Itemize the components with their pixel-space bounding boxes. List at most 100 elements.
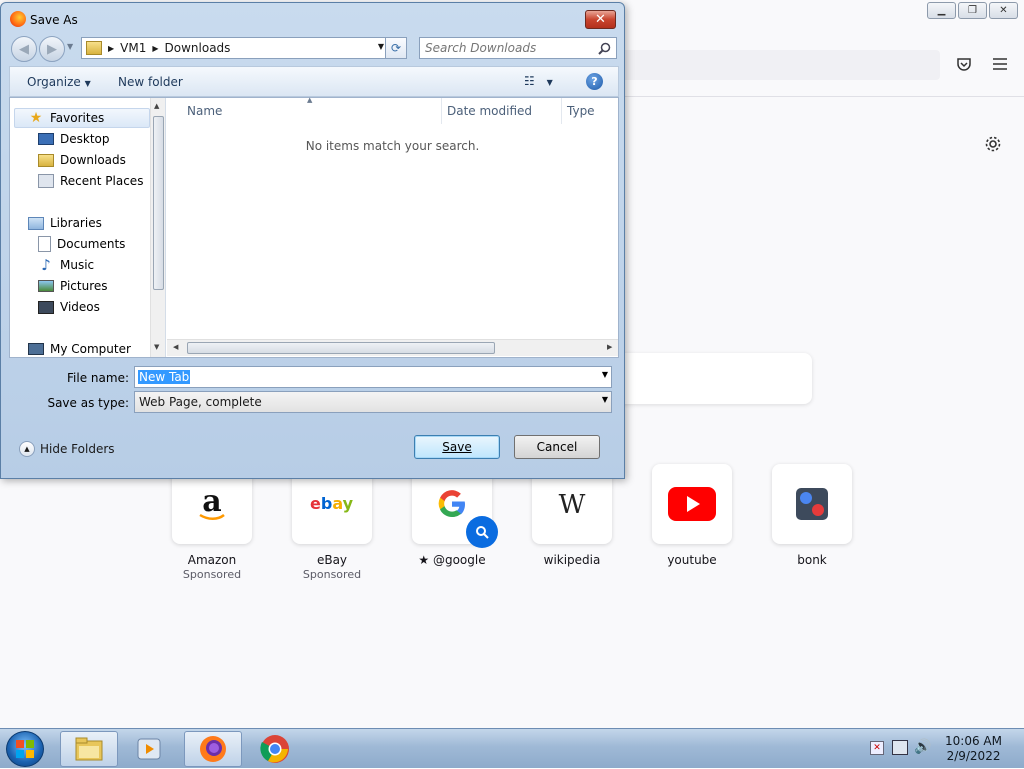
chrome-icon: [260, 735, 289, 763]
taskbar-chrome[interactable]: [246, 731, 304, 767]
pocket-icon[interactable]: [954, 54, 974, 74]
save-as-type-value: Web Page, complete: [139, 395, 262, 409]
organize-menu[interactable]: Organize ▼: [27, 75, 91, 89]
nav-item-label: My Computer: [50, 342, 131, 356]
chevron-down-icon[interactable]: ▼: [602, 370, 608, 379]
tile-title: Amazon: [187, 553, 237, 567]
chevron-down-icon: ▼: [84, 79, 91, 88]
recent-places-icon: [38, 174, 54, 188]
file-name-value[interactable]: New Tab: [138, 370, 191, 384]
taskbar-explorer[interactable]: [60, 731, 118, 767]
videos-icon: [38, 300, 54, 314]
recent-locations-chevron-icon[interactable]: ▼: [67, 42, 73, 51]
close-window-button[interactable]: ✕: [989, 2, 1018, 19]
forward-button[interactable]: ▶: [39, 36, 65, 62]
breadcrumb-downloads[interactable]: Downloads: [165, 41, 231, 55]
start-button[interactable]: [6, 731, 44, 767]
clock[interactable]: 10:06 AM 2/9/2022: [945, 734, 1002, 764]
libraries-icon: [28, 216, 44, 230]
media-player-icon: [137, 738, 161, 760]
clock-time: 10:06 AM: [945, 734, 1002, 748]
horizontal-scrollbar[interactable]: ◀ ▶: [167, 339, 618, 356]
file-name-input[interactable]: New Tab ▼: [134, 366, 612, 388]
top-site-tile[interactable]: bonk: [772, 464, 852, 567]
nav-item-label: Favorites: [50, 111, 105, 125]
address-dropdown-icon[interactable]: ▼: [378, 42, 384, 51]
menu-icon[interactable]: [990, 54, 1010, 74]
nav-item-pictures[interactable]: Pictures: [38, 276, 108, 296]
chevron-down-icon[interactable]: ▼: [602, 395, 608, 404]
nav-item-downloads[interactable]: Downloads: [38, 150, 126, 170]
newtab-search-box[interactable]: [600, 353, 812, 404]
tile-title: bonk: [797, 553, 827, 567]
save-as-type-select[interactable]: Web Page, complete ▼: [134, 391, 612, 413]
volume-icon[interactable]: 🔊: [914, 739, 931, 755]
tile-sponsored-label: Sponsored: [182, 568, 242, 581]
cancel-button[interactable]: Cancel: [514, 435, 600, 459]
restore-button[interactable]: ❐: [958, 2, 987, 19]
nav-item-recent-places[interactable]: Recent Places: [38, 171, 143, 191]
scroll-right-icon[interactable]: ▶: [607, 343, 612, 351]
windows-logo-icon: [16, 740, 34, 758]
nav-item-documents[interactable]: Documents: [38, 234, 125, 254]
search-box[interactable]: [419, 37, 617, 59]
navigation-scrollbar[interactable]: ▲ ▼: [150, 98, 165, 357]
scrollbar-thumb[interactable]: [153, 116, 164, 290]
column-header-name[interactable]: Name: [187, 104, 222, 118]
scroll-down-icon[interactable]: ▼: [154, 343, 159, 351]
tile-title: eBay: [316, 553, 348, 567]
nav-item-favorites[interactable]: ★ Favorites: [28, 108, 105, 128]
taskbar-firefox[interactable]: [184, 731, 242, 767]
new-folder-button[interactable]: New folder: [118, 75, 183, 89]
save-button[interactable]: Save: [414, 435, 500, 459]
breadcrumb-vm1[interactable]: VM1: [120, 41, 146, 55]
top-site-tile[interactable]: ebay eBay Sponsored: [292, 464, 372, 581]
tile-title-text: @google: [432, 553, 486, 567]
back-button[interactable]: ◀: [11, 36, 37, 62]
nav-item-music[interactable]: ♪ Music: [38, 255, 94, 275]
sort-ascending-icon: ▲: [307, 96, 313, 104]
nav-item-label: Downloads: [60, 153, 126, 167]
tile-title: youtube: [667, 553, 717, 567]
taskbar-media-player[interactable]: [120, 731, 178, 767]
save-as-dialog: Save As ✕ ◀ ▶ ▼ ▶ VM1 ▶ Downloads ▼ ⟳ Or…: [0, 2, 625, 479]
search-shortcut-icon: [466, 516, 498, 548]
top-site-tile[interactable]: W wikipedia: [532, 464, 612, 567]
search-input[interactable]: [420, 40, 590, 56]
column-header-type[interactable]: Type: [567, 104, 595, 118]
url-bar[interactable]: [620, 50, 940, 80]
dialog-close-button[interactable]: ✕: [585, 10, 616, 29]
hide-folders-toggle[interactable]: ▲ Hide Folders: [19, 441, 115, 457]
pin-icon: ★: [418, 553, 433, 567]
address-bar[interactable]: ▶ VM1 ▶ Downloads ▼: [81, 37, 389, 59]
settings-gear-icon[interactable]: [983, 134, 1003, 154]
hide-folders-label: Hide Folders: [40, 442, 115, 456]
refresh-icon[interactable]: ⟳: [385, 37, 407, 59]
scroll-left-icon[interactable]: ◀: [173, 343, 178, 351]
scrollbar-thumb[interactable]: [187, 342, 495, 354]
scroll-up-icon[interactable]: ▲: [154, 102, 159, 110]
view-options-icon[interactable]: ☷ ▼: [524, 74, 553, 88]
system-tray: ✕ 🔊 10:06 AM 2/9/2022: [854, 729, 1024, 769]
search-icon[interactable]: [598, 42, 611, 55]
folder-icon: [75, 737, 103, 761]
column-divider[interactable]: [561, 98, 562, 124]
top-site-tile[interactable]: a Amazon Sponsored: [172, 464, 252, 581]
nav-item-libraries[interactable]: Libraries: [28, 213, 102, 233]
nav-item-desktop[interactable]: Desktop: [38, 129, 110, 149]
network-icon[interactable]: [892, 740, 908, 755]
close-icon: ✕: [595, 12, 606, 27]
nav-item-videos[interactable]: Videos: [38, 297, 100, 317]
nav-item-label: Documents: [57, 237, 126, 251]
clock-date: 2/9/2022: [946, 749, 1001, 763]
minimize-button[interactable]: ▁: [927, 2, 956, 19]
top-site-tile[interactable]: ★ @google: [412, 464, 498, 567]
tile-sponsored-label: Sponsored: [302, 568, 362, 581]
column-divider[interactable]: [441, 98, 442, 124]
computer-icon: [28, 343, 44, 355]
help-icon[interactable]: ?: [586, 73, 603, 90]
top-site-tile[interactable]: youtube: [652, 464, 732, 567]
column-header-date-modified[interactable]: Date modified: [447, 104, 532, 118]
action-center-warning-icon[interactable]: ✕: [870, 741, 884, 755]
nav-item-my-computer[interactable]: My Computer: [28, 339, 131, 357]
